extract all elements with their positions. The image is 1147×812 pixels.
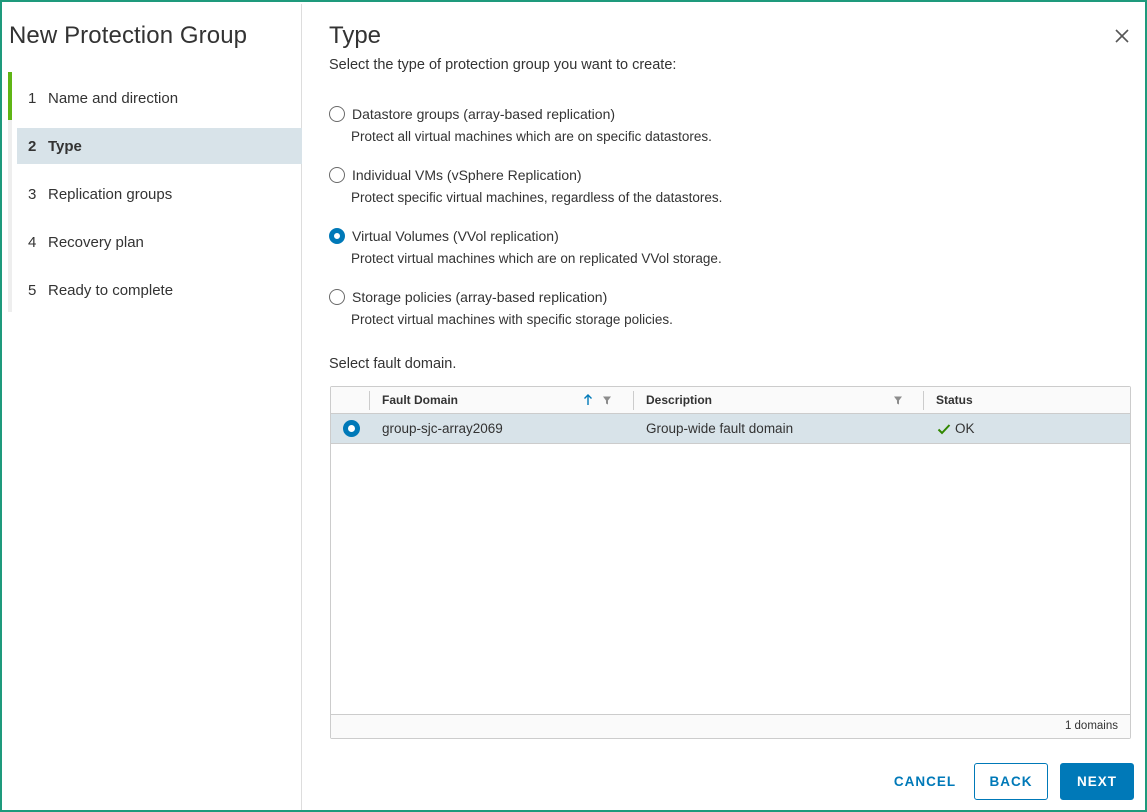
next-button[interactable]: NEXT (1060, 763, 1134, 800)
wizard-content: Type Select the type of protection group… (303, 4, 1146, 810)
table-row[interactable]: group-sjc-array2069 Group-wide fault dom… (331, 414, 1130, 444)
radio-button[interactable] (329, 167, 345, 183)
radio-button-selected[interactable] (329, 228, 345, 244)
status-text: OK (955, 421, 975, 436)
option-label: Individual VMs (vSphere Replication) (352, 167, 582, 183)
wizard-step-replication-groups[interactable]: 3 Replication groups (17, 176, 302, 212)
step-progress-complete (8, 72, 12, 120)
radio-button[interactable] (329, 106, 345, 122)
filter-icon[interactable] (893, 393, 903, 411)
step-number: 1 (28, 89, 37, 107)
column-header-fault-domain[interactable]: Fault Domain (382, 387, 458, 413)
page-title: Type (329, 22, 382, 49)
column-header-description[interactable]: Description (646, 387, 712, 413)
step-number: 2 (28, 137, 37, 155)
cancel-button[interactable]: CANCEL (885, 763, 965, 800)
option-datastore-groups: Datastore groups (array-based replicatio… (329, 104, 1129, 144)
step-number: 4 (28, 233, 37, 251)
wizard-step-name-and-direction[interactable]: 1 Name and direction (17, 80, 302, 116)
fault-domain-grid: Fault Domain Description Status group-sj… (330, 386, 1131, 739)
option-description: Protect specific virtual machines, regar… (351, 190, 723, 205)
option-label: Storage policies (array-based replicatio… (352, 289, 608, 305)
column-separator (923, 391, 924, 410)
grid-footer: 1 domains (331, 714, 1130, 738)
wizard-step-ready-to-complete[interactable]: 5 Ready to complete (17, 272, 302, 308)
column-header-status[interactable]: Status (936, 387, 973, 413)
step-label: Replication groups (48, 185, 173, 203)
column-separator (633, 391, 634, 410)
option-individual-vms: Individual VMs (vSphere Replication) Pro… (329, 165, 1129, 205)
option-description: Protect virtual machines with specific s… (351, 312, 673, 327)
step-label: Name and direction (48, 89, 179, 107)
cell-status: OK (937, 414, 975, 443)
step-number: 3 (28, 185, 37, 203)
close-icon[interactable] (1112, 26, 1132, 46)
fault-domain-label: Select fault domain. (329, 356, 457, 372)
step-label: Recovery plan (48, 233, 144, 251)
step-number: 5 (28, 281, 37, 299)
step-label: Ready to complete (48, 281, 174, 299)
row-count: 1 domains (1064, 720, 1118, 732)
option-virtual-volumes: Virtual Volumes (VVol replication) Prote… (329, 226, 1129, 266)
check-icon (937, 423, 951, 435)
cell-fault-domain: group-sjc-array2069 (382, 421, 503, 436)
option-description: Protect virtual machines which are on re… (351, 251, 722, 266)
option-description: Protect all virtual machines which are o… (351, 129, 712, 144)
radio-button[interactable] (329, 289, 345, 305)
wizard-step-type[interactable]: 2 Type (17, 128, 302, 164)
filter-icon[interactable] (602, 393, 612, 411)
option-storage-policies-radio-row[interactable]: Storage policies (array-based replicatio… (329, 287, 1129, 307)
row-select-radio[interactable] (343, 420, 360, 437)
step-label: Type (48, 137, 82, 155)
option-virtual-volumes-radio-row[interactable]: Virtual Volumes (VVol replication) (329, 226, 1129, 246)
back-button[interactable]: BACK (974, 763, 1048, 800)
description-column-controls (893, 393, 903, 411)
option-label: Virtual Volumes (VVol replication) (352, 228, 559, 244)
wizard-dialog: New Protection Group 1 Name and directio… (0, 0, 1147, 812)
wizard-title: New Protection Group (9, 22, 248, 49)
arrow-up-icon[interactable] (583, 393, 593, 411)
fault-domain-column-controls (583, 393, 612, 411)
grid-header: Fault Domain Description Status (331, 387, 1130, 414)
cell-description: Group-wide fault domain (646, 421, 794, 436)
option-individual-vms-radio-row[interactable]: Individual VMs (vSphere Replication) (329, 165, 1129, 185)
option-storage-policies: Storage policies (array-based replicatio… (329, 287, 1129, 327)
column-separator (369, 391, 370, 410)
page-subtitle: Select the type of protection group you … (329, 57, 677, 73)
option-label: Datastore groups (array-based replicatio… (352, 106, 616, 122)
wizard-sidebar: New Protection Group 1 Name and directio… (4, 4, 302, 810)
wizard-step-recovery-plan[interactable]: 4 Recovery plan (17, 224, 302, 260)
option-datastore-groups-radio-row[interactable]: Datastore groups (array-based replicatio… (329, 104, 1129, 124)
